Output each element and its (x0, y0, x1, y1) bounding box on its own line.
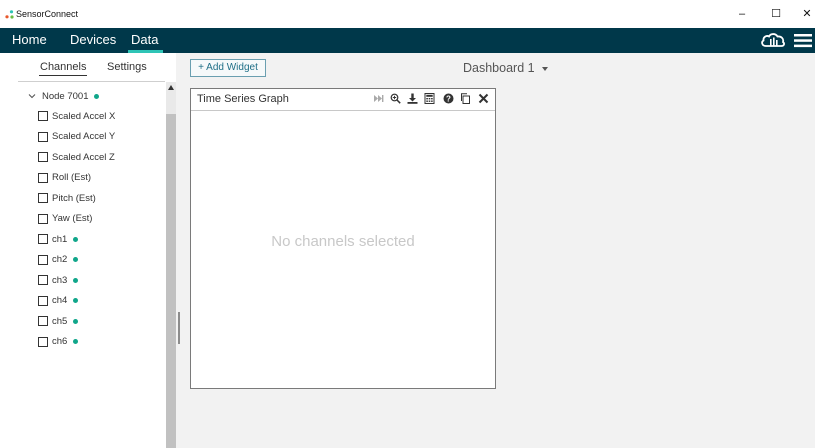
channel-checkbox[interactable] (38, 275, 48, 285)
widget-title: Time Series Graph (197, 93, 289, 105)
channel-checkbox[interactable] (38, 111, 48, 121)
channel-item[interactable]: Scaled Accel X (38, 109, 115, 123)
channel-item[interactable]: ch4 (38, 294, 79, 308)
channel-item[interactable]: ch1 (38, 232, 79, 246)
channel-item[interactable]: Roll (Est) (38, 171, 91, 185)
channel-item[interactable]: Pitch (Est) (38, 191, 96, 205)
splitter-grip[interactable] (178, 312, 180, 344)
widget-header-divider (191, 110, 495, 111)
channel-status-dot (73, 236, 79, 242)
channel-label: Scaled Accel Y (52, 131, 116, 142)
channel-checkbox[interactable] (38, 316, 48, 326)
maximize-button[interactable]: ☐ (764, 6, 788, 22)
channel-status-dot (73, 339, 79, 344)
skip-icon[interactable] (373, 93, 384, 104)
download-icon[interactable] (407, 93, 418, 104)
tree-node-7001[interactable]: Node 7001 (28, 89, 100, 103)
cloud-icon[interactable] (760, 31, 786, 50)
nav-devices[interactable]: Devices (70, 32, 116, 48)
window-title: SensorConnect (16, 9, 79, 19)
channel-status-dot (73, 298, 79, 303)
channel-item[interactable]: ch5 (38, 314, 79, 328)
channel-checkbox[interactable] (38, 213, 48, 224)
help-icon[interactable]: ? (443, 93, 454, 104)
channel-checkbox[interactable] (38, 152, 48, 162)
minimize-button[interactable]: – (730, 6, 754, 22)
main-navbar (0, 28, 815, 53)
caret-down-icon[interactable] (542, 67, 548, 71)
tab-active-underline (39, 75, 87, 76)
channel-label: ch5 (52, 315, 68, 327)
channel-checkbox[interactable] (38, 336, 48, 347)
calculator-icon[interactable] (424, 93, 435, 104)
dashboard-title[interactable]: Dashboard 1 (463, 61, 535, 76)
channel-item[interactable]: Yaw (Est) (38, 212, 92, 226)
app-logo-icon (5, 10, 14, 19)
channel-item[interactable]: ch3 (38, 273, 79, 287)
channel-checkbox[interactable] (38, 254, 48, 265)
channel-status-dot (73, 318, 79, 324)
channel-status-dot (73, 277, 79, 283)
node-label: Node 7001 (42, 90, 89, 102)
channel-label: ch2 (52, 254, 68, 265)
channel-label: Pitch (Est) (52, 192, 96, 204)
channel-label: ch6 (52, 336, 68, 347)
close-window-button[interactable]: ✕ (795, 6, 815, 22)
empty-state-message: No channels selected (271, 233, 415, 250)
channel-checkbox[interactable] (38, 131, 48, 142)
nav-data[interactable]: Data (131, 32, 158, 48)
add-widget-button[interactable]: + Add Widget (190, 59, 266, 77)
zoom-icon[interactable] (390, 93, 401, 104)
channel-label: ch1 (52, 233, 68, 245)
channel-item[interactable]: Scaled Accel Z (38, 150, 115, 164)
channel-status-dot (73, 257, 79, 262)
channel-label: Roll (Est) (52, 172, 92, 183)
node-status-dot (94, 93, 100, 99)
title-bar (0, 0, 815, 28)
channel-item[interactable]: ch6 (38, 335, 79, 349)
copy-icon[interactable] (460, 93, 471, 104)
channel-label: Yaw (Est) (52, 213, 93, 224)
channel-checkbox[interactable] (38, 234, 48, 244)
chevron-down-icon[interactable] (28, 92, 36, 100)
channel-label: ch3 (52, 274, 68, 286)
tab-channels[interactable]: Channels (40, 61, 86, 74)
svg-text:?: ? (446, 94, 451, 103)
channel-label: ch4 (52, 295, 68, 306)
channel-item[interactable]: Scaled Accel Y (38, 130, 115, 144)
channel-label: Scaled Accel Z (52, 151, 115, 163)
channel-item[interactable]: ch2 (38, 253, 79, 267)
tab-divider (18, 81, 165, 82)
nav-home[interactable]: Home (12, 32, 47, 48)
hamburger-menu-icon[interactable] (794, 33, 812, 48)
scroll-up-arrow-icon[interactable] (168, 85, 174, 90)
sidebar-scroll-thumb[interactable] (166, 114, 176, 448)
channel-label: Scaled Accel X (52, 110, 116, 122)
channel-checkbox[interactable] (38, 172, 48, 183)
channel-checkbox[interactable] (38, 295, 48, 306)
tab-settings[interactable]: Settings (107, 61, 147, 74)
close-icon[interactable] (478, 93, 489, 104)
channel-checkbox[interactable] (38, 193, 48, 203)
